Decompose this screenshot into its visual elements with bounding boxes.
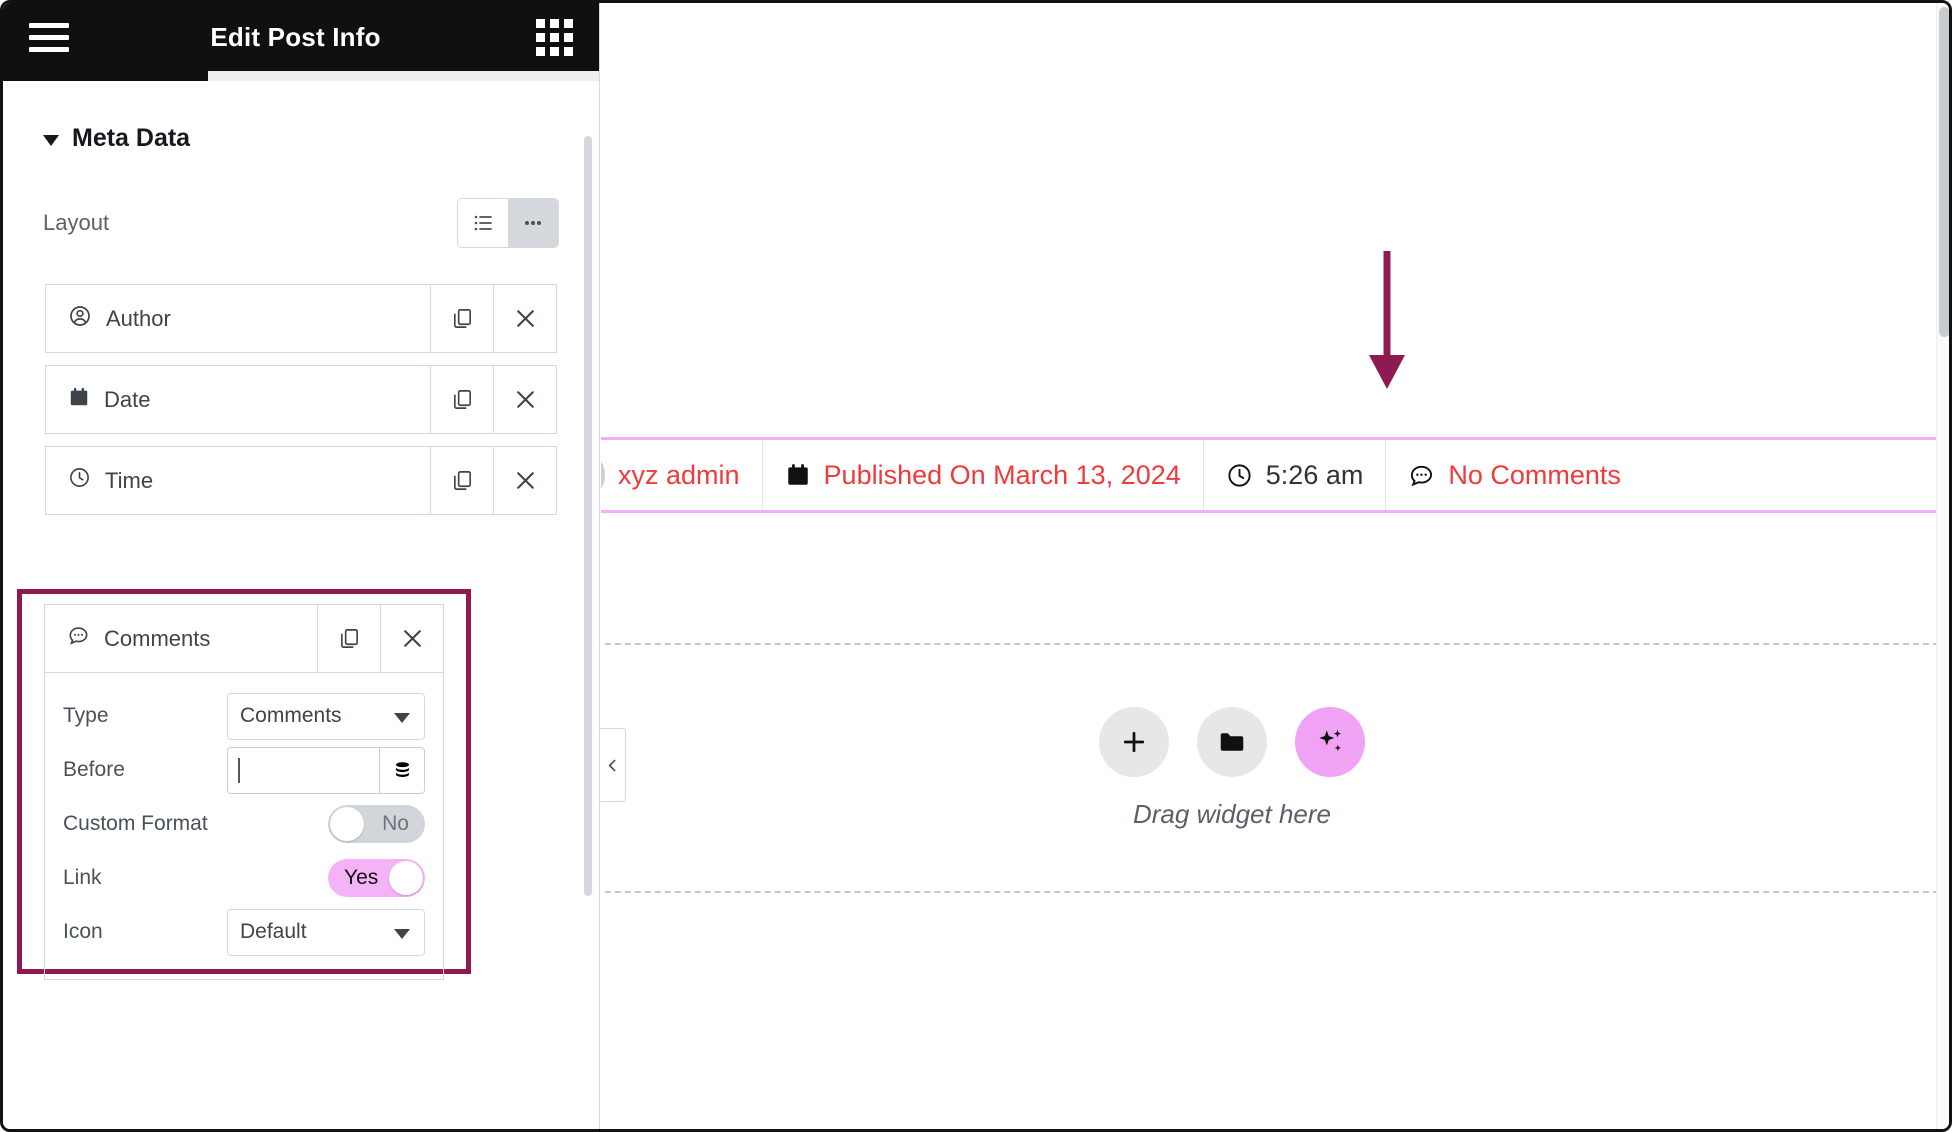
duplicate-icon[interactable] <box>430 366 493 433</box>
meta-item-author[interactable]: xyz admin <box>601 440 763 510</box>
user-circle-icon <box>68 304 92 334</box>
type-label: Type <box>63 704 109 727</box>
repeater-item-comments[interactable]: Comments <box>45 605 317 672</box>
icon-select-value: Default <box>240 920 307 943</box>
type-select-value: Comments <box>240 704 342 727</box>
clock-icon <box>68 466 91 495</box>
setting-link-row: Link Yes <box>63 851 425 905</box>
dropzone-buttons <box>1099 706 1365 777</box>
repeater-item-label: Time <box>105 467 154 493</box>
open-library-button[interactable] <box>1197 706 1267 777</box>
canvas-scrollbar[interactable] <box>1936 3 1949 1129</box>
add-widget-button[interactable] <box>1099 706 1169 777</box>
panel-scrollbar[interactable] <box>584 136 592 896</box>
meta-item-time: 5:26 am <box>1204 440 1387 510</box>
chevron-down-icon <box>394 713 410 723</box>
meta-item-date[interactable]: Published On March 13, 2024 <box>763 440 1204 510</box>
caret-down-icon <box>43 134 59 146</box>
meta-time-text: 5:26 am <box>1265 459 1364 490</box>
meta-date-text: Published On March 13, 2024 <box>823 459 1181 490</box>
editor-panel: Edit Post Info Meta Data Layout Author D… <box>3 3 600 1129</box>
calendar-icon <box>785 462 811 488</box>
preview-canvas: xyz admin Published On March 13, 2024 5:… <box>601 3 1949 1129</box>
repeater-item-author[interactable]: Author <box>46 285 430 352</box>
repeater-item-label: Comments <box>104 625 211 651</box>
repeater-item-date[interactable]: Date <box>46 366 430 433</box>
close-icon[interactable] <box>493 285 556 352</box>
before-input[interactable] <box>227 746 379 794</box>
before-input-group <box>227 746 425 794</box>
repeater-item-time[interactable]: Time <box>46 447 430 514</box>
canvas-scroll-thumb[interactable] <box>1939 7 1949 337</box>
section-meta-data[interactable]: Meta Data <box>3 81 599 153</box>
ellipsis-icon[interactable] <box>508 199 558 247</box>
avatar <box>601 449 605 501</box>
text-cursor <box>238 757 240 783</box>
database-icon[interactable] <box>379 746 425 794</box>
annotation-arrow-icon <box>1369 251 1405 389</box>
chevron-down-icon <box>394 929 410 939</box>
link-label: Link <box>63 866 102 889</box>
table-row[interactable]: Date <box>45 365 557 434</box>
duplicate-icon[interactable] <box>430 285 493 352</box>
post-info-widget[interactable]: xyz admin Published On March 13, 2024 5:… <box>601 437 1949 513</box>
comment-icon <box>1408 462 1435 489</box>
setting-before-row: Before <box>63 743 425 797</box>
panel-body: Meta Data Layout Author Date Time Commen… <box>3 81 599 1129</box>
repeater-item-label: Date <box>104 386 151 412</box>
table-row[interactable]: Time <box>45 446 557 515</box>
layout-control-row: Layout <box>3 198 599 248</box>
comments-settings-card: Type Comments Before Custom Format No Li… <box>44 673 444 980</box>
custom-format-toggle-value: No <box>382 812 409 835</box>
comment-icon <box>67 624 90 653</box>
icon-select[interactable]: Default <box>227 908 425 956</box>
table-row[interactable]: Comments <box>44 604 444 673</box>
type-select[interactable]: Comments <box>227 692 425 740</box>
close-icon[interactable] <box>380 605 443 672</box>
custom-format-label: Custom Format <box>63 812 208 835</box>
panel-tabs-track <box>3 71 599 81</box>
plus-icon <box>1123 731 1145 752</box>
sparkles-icon <box>1319 729 1342 751</box>
widget-dropzone[interactable]: Drag widget here <box>601 643 1949 893</box>
active-tab-indicator <box>3 71 208 81</box>
setting-custom-format-row: Custom Format No <box>63 797 425 851</box>
meta-comments-text: No Comments <box>1448 459 1621 490</box>
table-row[interactable]: Author <box>45 284 557 353</box>
meta-author-text: xyz admin <box>618 459 740 490</box>
link-toggle[interactable]: Yes <box>328 859 425 897</box>
repeater-item-label: Author <box>106 305 171 331</box>
panel-header: Edit Post Info <box>3 3 599 71</box>
custom-format-toggle[interactable]: No <box>328 805 425 843</box>
dropzone-label: Drag widget here <box>1133 798 1331 829</box>
list-icon[interactable] <box>458 199 508 247</box>
before-label: Before <box>63 758 125 781</box>
close-icon[interactable] <box>493 366 556 433</box>
duplicate-icon[interactable] <box>317 605 380 672</box>
layout-choices <box>457 198 559 248</box>
chevron-left-icon <box>608 759 616 771</box>
grid-apps-icon[interactable] <box>536 18 573 56</box>
meta-item-comments[interactable]: No Comments <box>1386 440 1643 510</box>
icon-label: Icon <box>63 920 103 943</box>
toggle-knob <box>389 861 423 895</box>
page-title: Edit Post Info <box>210 21 381 52</box>
section-title-label: Meta Data <box>72 124 191 152</box>
link-toggle-value: Yes <box>344 866 379 889</box>
layout-label: Layout <box>43 210 110 235</box>
comments-settings-highlight: Comments Type Comments Before Custom For… <box>17 589 471 980</box>
close-icon[interactable] <box>493 447 556 514</box>
calendar-icon <box>68 386 90 414</box>
ai-button[interactable] <box>1295 706 1365 777</box>
duplicate-icon[interactable] <box>430 447 493 514</box>
elementor-editor-window: Edit Post Info Meta Data Layout Author D… <box>0 0 1952 1132</box>
setting-type-row: Type Comments <box>63 689 425 743</box>
clock-icon <box>1226 462 1253 489</box>
meta-repeater: Author Date Time <box>3 284 599 515</box>
toggle-knob <box>330 807 364 841</box>
panel-collapse-button[interactable] <box>600 728 626 802</box>
folder-icon <box>1220 732 1244 751</box>
setting-icon-row: Icon Default <box>63 905 425 959</box>
